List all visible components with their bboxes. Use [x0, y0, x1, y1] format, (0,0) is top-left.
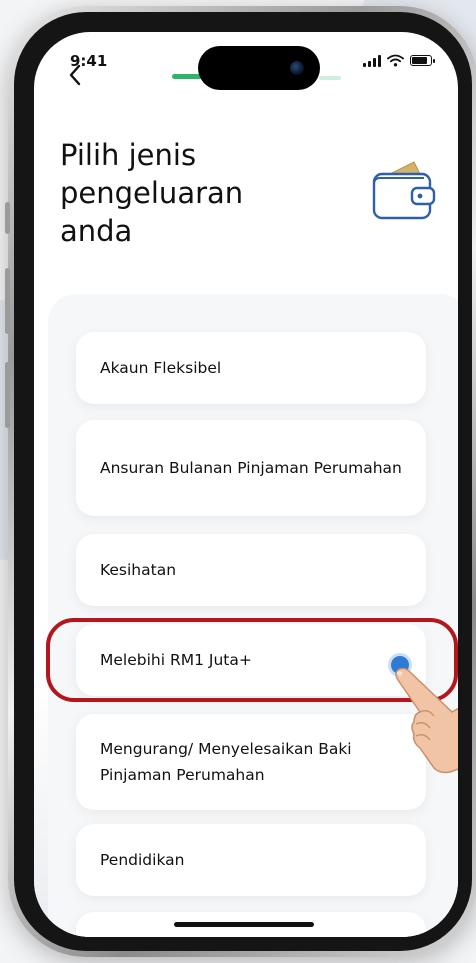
action-button [5, 202, 10, 234]
option-mengurang-menyelesaikan-baki[interactable]: Mengurang/ Menyelesaikan Baki Pinjaman P… [76, 714, 426, 810]
option-label: Melebihi RM1 Juta+ [100, 651, 252, 669]
option-label: Akaun Fleksibel [100, 359, 222, 377]
back-button[interactable] [64, 60, 86, 90]
dynamic-island [198, 46, 320, 90]
page-title: Pilih jenis pengeluaran anda [60, 138, 244, 248]
option-label: Ansuran Bulanan Pinjaman Perumahan [100, 459, 402, 477]
option-kesihatan[interactable]: Kesihatan [76, 534, 426, 606]
camera-icon [290, 61, 304, 75]
option-label: Mengurang/ Menyelesaikan Baki Pinjaman P… [100, 740, 352, 784]
signal-icon [363, 54, 381, 67]
pointing-hand-icon [395, 668, 458, 774]
stage: 9:41 Pilih jenis pengeluaran anda Akaun … [0, 0, 476, 963]
battery-icon [410, 55, 435, 66]
progress-indicator [172, 74, 202, 79]
phone-screen: 9:41 Pilih jenis pengeluaran anda Akaun … [34, 32, 458, 937]
wallet-icon [372, 161, 436, 220]
home-indicator [174, 922, 314, 927]
chevron-left-icon [69, 64, 81, 86]
volume-down-button [5, 362, 10, 428]
volume-up-button [5, 268, 10, 334]
progress-indicator-track [319, 76, 341, 80]
option-label: Pendidikan [100, 851, 185, 869]
option-melebihi-rm1-juta[interactable]: Melebihi RM1 Juta+ [76, 624, 426, 696]
option-akaun-fleksibel[interactable]: Akaun Fleksibel [76, 332, 426, 404]
option-ansuran-bulanan-pinjaman-perumahan[interactable]: Ansuran Bulanan Pinjaman Perumahan [76, 420, 426, 516]
phone-frame: 9:41 Pilih jenis pengeluaran anda Akaun … [5, 6, 476, 957]
option-label: Kesihatan [100, 561, 177, 579]
wifi-icon [387, 54, 404, 67]
option-pendidikan[interactable]: Pendidikan [76, 824, 426, 896]
status-icons [363, 54, 435, 67]
